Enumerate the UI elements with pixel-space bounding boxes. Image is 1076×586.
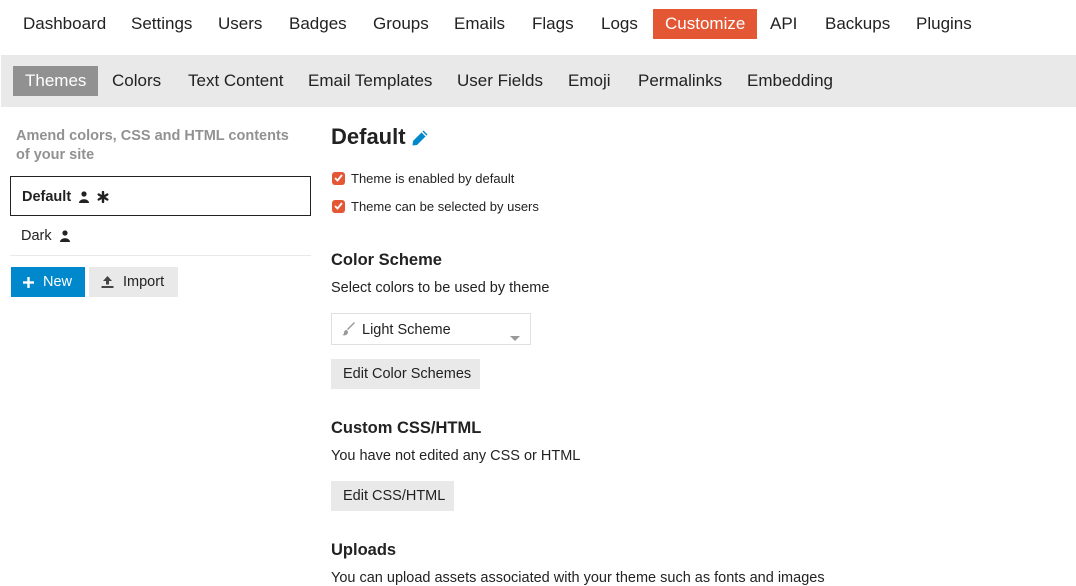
sidebar-description: Amend colors, CSS and HTML contents of y…: [16, 128, 289, 163]
theme-title-text: Default: [331, 124, 406, 149]
user-selectable-checkbox[interactable]: [332, 199, 345, 213]
tab-themes[interactable]: Themes: [13, 66, 99, 96]
edit-css-html-button[interactable]: Edit CSS/HTML: [331, 481, 454, 511]
tab-emoji[interactable]: Emoji: [556, 66, 623, 96]
uploads-heading: Uploads: [331, 541, 397, 559]
admin-nav: Dashboard Settings Users Badges Groups E…: [0, 0, 1076, 48]
edit-color-schemes-button[interactable]: Edit Color Schemes: [331, 359, 480, 389]
tab-text-content[interactable]: Text Content: [176, 66, 295, 96]
nav-emails[interactable]: Emails: [442, 9, 517, 39]
new-theme-button[interactable]: New: [11, 267, 85, 297]
theme-item-dark[interactable]: Dark: [10, 216, 311, 256]
nav-plugins[interactable]: Plugins: [904, 9, 984, 39]
theme-name: Default: [22, 189, 72, 205]
upload-icon: [101, 274, 123, 290]
nav-api[interactable]: API: [758, 9, 809, 39]
uploads-description: You can upload assets associated with yo…: [331, 570, 825, 586]
nav-settings[interactable]: Settings: [119, 9, 204, 39]
color-scheme-select[interactable]: Light Scheme: [331, 313, 531, 345]
custom-css-description: You have not edited any CSS or HTML: [331, 448, 581, 464]
pencil-icon[interactable]: [406, 124, 429, 149]
theme-item-default[interactable]: Default: [10, 176, 311, 216]
tab-email-templates[interactable]: Email Templates: [296, 66, 444, 96]
tab-permalinks[interactable]: Permalinks: [626, 66, 734, 96]
plus-icon: [23, 274, 43, 290]
nav-badges[interactable]: Badges: [277, 9, 359, 39]
theme-name: Dark: [21, 228, 52, 244]
theme-list: Default Dark: [10, 176, 311, 256]
user-icon: [79, 177, 90, 217]
tab-embedding[interactable]: Embedding: [735, 66, 845, 96]
color-scheme-heading: Color Scheme: [331, 251, 442, 269]
user-selectable-label: Theme can be selected by users: [351, 198, 539, 214]
paintbrush-icon: [342, 322, 356, 341]
custom-css-heading: Custom CSS/HTML: [331, 419, 482, 437]
enabled-by-default-row: Theme is enabled by default: [332, 169, 514, 187]
nav-flags[interactable]: Flags: [520, 9, 586, 39]
user-icon: [59, 216, 70, 256]
nav-dashboard[interactable]: Dashboard: [11, 9, 118, 39]
customize-subnav: Themes Colors Text Content Email Templat…: [1, 55, 1076, 107]
nav-logs[interactable]: Logs: [589, 9, 650, 39]
import-theme-button[interactable]: Import: [89, 267, 178, 297]
theme-title: Default: [331, 124, 429, 150]
enabled-by-default-label: Theme is enabled by default: [351, 170, 515, 186]
nav-users[interactable]: Users: [206, 9, 274, 39]
tab-user-fields[interactable]: User Fields: [445, 66, 555, 96]
new-button-label: New: [43, 274, 73, 290]
nav-customize[interactable]: Customize: [653, 9, 758, 39]
import-button-label: Import: [123, 274, 165, 290]
color-scheme-selected: Light Scheme: [362, 322, 451, 338]
nav-groups[interactable]: Groups: [361, 9, 441, 39]
user-selectable-row: Theme can be selected by users: [332, 197, 539, 215]
asterisk-icon: [97, 177, 109, 217]
nav-backups[interactable]: Backups: [813, 9, 902, 39]
chevron-down-icon: [510, 328, 520, 346]
color-scheme-description: Select colors to be used by theme: [331, 280, 550, 296]
tab-colors[interactable]: Colors: [100, 66, 173, 96]
enabled-by-default-checkbox[interactable]: [332, 171, 345, 185]
